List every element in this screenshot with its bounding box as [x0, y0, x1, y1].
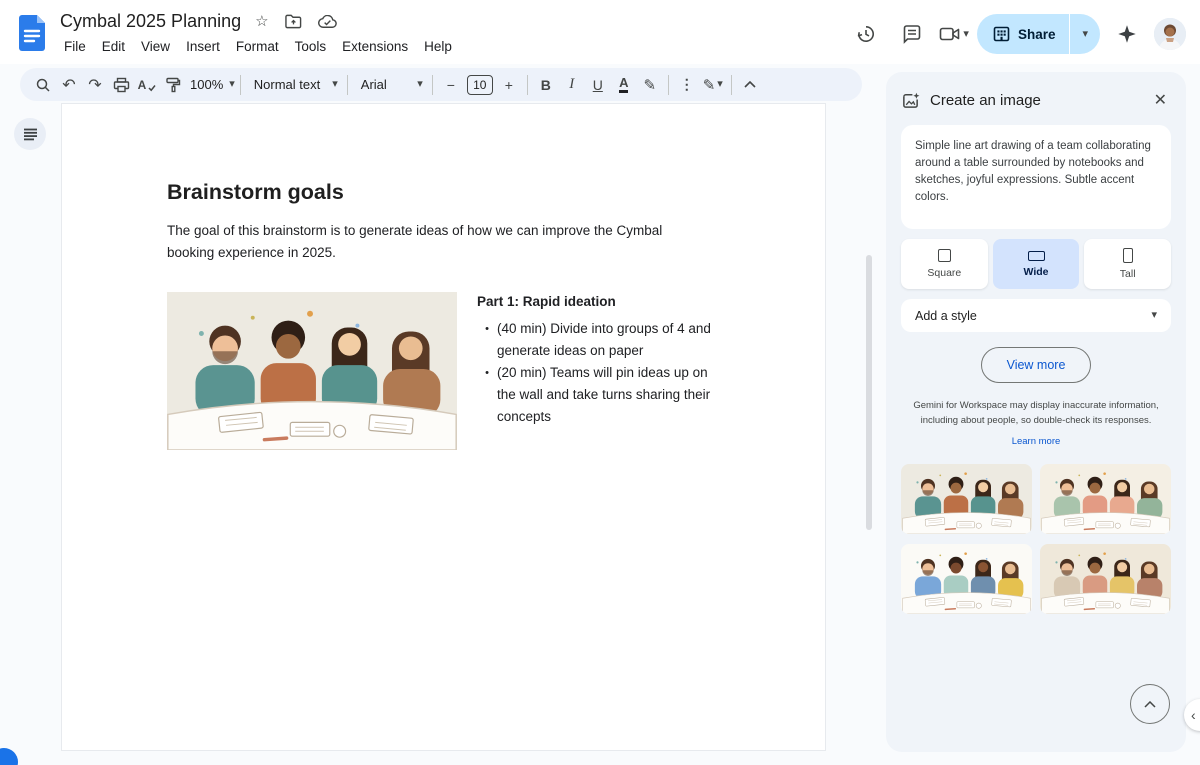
wide-shape-icon	[1027, 250, 1045, 261]
top-bar: Cymbal 2025 Planning ☆ File Edit View In…	[0, 0, 1200, 64]
collapse-sidebar-button[interactable]: ‹	[1184, 699, 1200, 731]
more-options-button[interactable]: ⋮	[674, 72, 700, 98]
paragraph-style-select[interactable]: Normal text ▾	[246, 72, 342, 98]
menu-help[interactable]: Help	[416, 36, 460, 57]
menu-bar: File Edit View Insert Format Tools Exten…	[56, 36, 460, 57]
aspect-wide-button[interactable]: Wide	[992, 239, 1080, 289]
generated-images-grid	[901, 464, 1171, 614]
generated-image-thumbnail-1[interactable]	[901, 464, 1032, 534]
document-page[interactable]: Brainstorm goals The goal of this brains…	[62, 104, 825, 750]
highlight-pen-button[interactable]: ✎	[637, 72, 663, 98]
chevron-down-icon: ▾	[963, 27, 969, 40]
version-history-icon[interactable]	[847, 16, 885, 52]
chevron-down-icon: ▾	[332, 78, 338, 90]
redo-button[interactable]: ↷	[82, 72, 108, 98]
chevron-down-icon: ▾	[717, 78, 723, 90]
menu-view[interactable]: View	[133, 36, 178, 57]
font-size-increase[interactable]: +	[496, 72, 522, 98]
chevron-down-icon: ▾	[417, 78, 423, 90]
hide-menus-button[interactable]	[737, 72, 763, 98]
domain-share-icon	[993, 26, 1010, 42]
doc-section-title: Part 1: Rapid ideation	[477, 294, 616, 309]
doc-intro-paragraph: The goal of this brainstorm is to genera…	[167, 223, 663, 260]
google-docs-window: Cymbal 2025 Planning ☆ File Edit View In…	[0, 0, 1200, 765]
create-image-panel: Create an image ✕ Simple line art drawin…	[886, 72, 1186, 752]
gemini-sparkle-icon[interactable]	[1108, 16, 1146, 52]
document-title[interactable]: Cymbal 2025 Planning	[60, 11, 241, 32]
doc-bullet-list: • (40 min) Divide into groups of 4 and ge…	[477, 318, 717, 428]
font-size-decrease[interactable]: −	[438, 72, 464, 98]
panel-title: Create an image	[930, 91, 1041, 109]
menu-extensions[interactable]: Extensions	[334, 36, 416, 57]
add-style-dropdown[interactable]: Add a style ▾	[901, 299, 1171, 332]
inserted-team-illustration[interactable]	[167, 292, 457, 450]
undo-button[interactable]: ↶	[56, 72, 82, 98]
comments-icon[interactable]	[893, 16, 931, 52]
image-prompt-input[interactable]: Simple line art drawing of a team collab…	[901, 125, 1171, 229]
zoom-select[interactable]: 100% ▾	[186, 72, 235, 98]
font-size-input[interactable]: 10	[466, 74, 493, 95]
view-more-button[interactable]: View more	[981, 347, 1091, 383]
close-panel-icon[interactable]: ✕	[1150, 88, 1171, 112]
account-avatar[interactable]	[1154, 18, 1186, 50]
formatting-toolbar: ↶ ↷ A 100% ▾ Normal text ▾ Arial ▾ − 10 …	[20, 68, 862, 101]
star-icon[interactable]: ☆	[255, 14, 268, 29]
learn-more-link[interactable]: Learn more	[901, 436, 1171, 447]
aspect-ratio-group: Square Wide Tall	[901, 239, 1172, 289]
create-image-icon	[903, 92, 920, 108]
italic-button[interactable]: I	[559, 72, 585, 98]
gemini-disclaimer: Gemini for Workspace may display inaccur…	[913, 400, 1159, 426]
aspect-square-button[interactable]: Square	[901, 239, 988, 289]
underline-button[interactable]: U	[585, 72, 611, 98]
document-scrollbar[interactable]	[866, 255, 872, 530]
list-item: • (40 min) Divide into groups of 4 and ge…	[485, 321, 711, 358]
print-button[interactable]	[108, 72, 134, 98]
square-shape-icon	[937, 249, 951, 262]
share-button-label: Share	[1017, 26, 1056, 42]
video-camera-icon	[940, 27, 960, 41]
editing-mode-select[interactable]: ✎ ▾	[700, 72, 726, 98]
doc-heading: Brainstorm goals	[167, 180, 344, 204]
text-color-button[interactable]: A	[611, 72, 637, 98]
search-menus-icon[interactable]	[30, 72, 56, 98]
generated-image-thumbnail-3[interactable]	[901, 544, 1032, 614]
bold-button[interactable]: B	[533, 72, 559, 98]
font-family-select[interactable]: Arial ▾	[353, 72, 427, 98]
generated-image-thumbnail-4[interactable]	[1040, 544, 1171, 614]
list-item: • (20 min) Teams will pin ideas up on the…	[485, 365, 711, 424]
menu-tools[interactable]: Tools	[287, 36, 335, 57]
menu-file[interactable]: File	[56, 36, 94, 57]
menu-insert[interactable]: Insert	[178, 36, 228, 57]
spellcheck-button[interactable]: A	[134, 72, 160, 98]
meet-video-button[interactable]: ▾	[939, 25, 969, 43]
corner-accent	[0, 748, 18, 765]
paint-format-icon[interactable]	[160, 72, 186, 98]
document-outline-button[interactable]	[14, 118, 46, 150]
chevron-down-icon: ▾	[229, 78, 235, 90]
menu-edit[interactable]: Edit	[94, 36, 133, 57]
docs-logo-icon[interactable]	[17, 14, 47, 52]
chevron-down-icon: ▾	[1151, 309, 1157, 321]
aspect-tall-button[interactable]: Tall	[1084, 239, 1172, 289]
scroll-to-top-button[interactable]	[1130, 684, 1170, 724]
share-dropdown-caret[interactable]: ▾	[1070, 28, 1100, 40]
menu-format[interactable]: Format	[228, 36, 287, 57]
share-button[interactable]: Share ▾	[976, 14, 1100, 54]
cloud-saved-icon[interactable]	[317, 14, 337, 29]
tall-shape-icon	[1122, 248, 1133, 263]
move-folder-icon[interactable]	[284, 14, 302, 29]
generated-image-thumbnail-2[interactable]	[1040, 464, 1171, 534]
